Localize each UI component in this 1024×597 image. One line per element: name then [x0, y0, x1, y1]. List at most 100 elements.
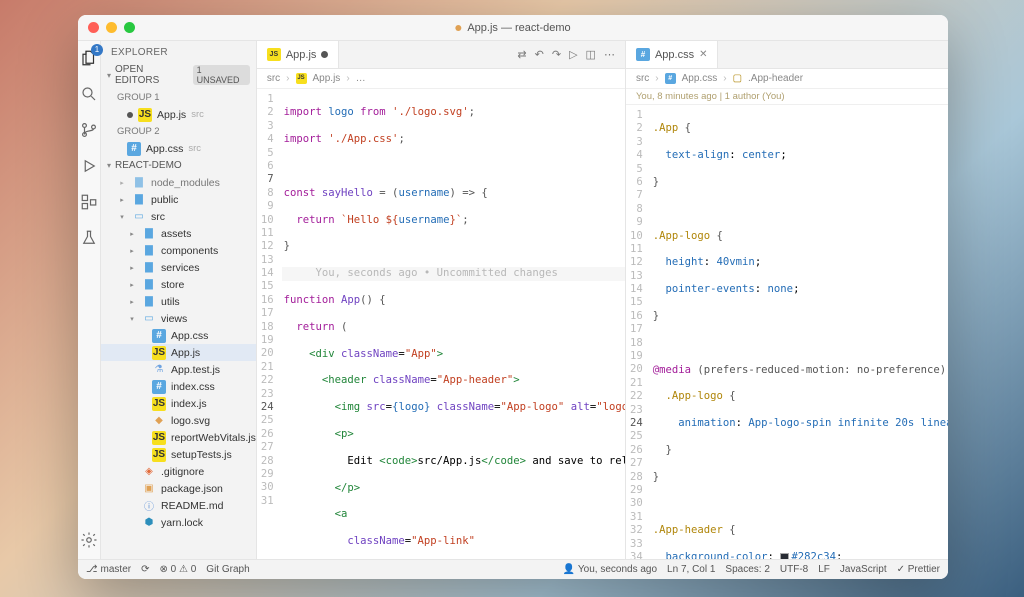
explorer-sidebar: EXPLORER ▾ OPEN EDITORS 1 UNSAVED GROUP … [101, 41, 257, 559]
window-maximize[interactable] [124, 22, 135, 33]
breadcrumb-left[interactable]: src› JS App.js› … [257, 69, 625, 89]
activity-scm[interactable] [78, 119, 100, 141]
status-problems[interactable]: ⊗ 0 ⚠ 0 [159, 564, 196, 575]
go-back-icon[interactable]: ↶ [535, 48, 544, 61]
status-blame[interactable]: 👤 You, seconds ago [562, 564, 657, 575]
file-package[interactable]: ▣package.json [101, 480, 256, 497]
status-encoding[interactable]: UTF-8 [780, 564, 808, 575]
test-icon: ⚗ [152, 363, 166, 377]
group-2-label: GROUP 2 [101, 123, 256, 140]
activity-debug[interactable] [78, 155, 100, 177]
open-editor-appcss[interactable]: #App.css src [101, 140, 256, 157]
folder-open-icon: ▭ [132, 210, 146, 224]
play-bug-icon [80, 157, 98, 175]
tab-appjs[interactable]: JS App.js [257, 41, 340, 68]
folder-assets[interactable]: ▸▇assets [101, 225, 256, 242]
folder-node-modules[interactable]: ▸▇node_modules [101, 174, 256, 191]
activity-settings[interactable] [78, 529, 100, 551]
window-close[interactable] [88, 22, 99, 33]
status-gitgraph[interactable]: Git Graph [206, 564, 249, 575]
file-readme[interactable]: ⓘREADME.md [101, 497, 256, 514]
window-title: App.js — react-demo [455, 22, 570, 34]
diff-toggle-icon[interactable]: ⇄ [517, 48, 526, 61]
go-forward-icon[interactable]: ↷ [552, 48, 561, 61]
file-indexjs[interactable]: JSindex.js [101, 395, 256, 412]
css-selector-icon: ▢ [733, 73, 742, 84]
file-apptest[interactable]: ⚗App.test.js [101, 361, 256, 378]
folder-utils[interactable]: ▸▇utils [101, 293, 256, 310]
activity-testing[interactable] [78, 227, 100, 249]
js-icon: JS [152, 448, 166, 462]
folder-components[interactable]: ▸▇components [101, 242, 256, 259]
folder-icon: ▇ [142, 278, 156, 292]
gear-icon [80, 531, 98, 549]
split-editor-icon[interactable]: ◫ [586, 48, 596, 61]
gutter-left: 1234567891011121314151617181920212223242… [257, 89, 282, 559]
titlebar: App.js — react-demo [78, 15, 948, 41]
folder-icon: ▇ [142, 244, 156, 258]
close-icon[interactable]: ✕ [699, 49, 707, 60]
dirty-dot-icon [455, 25, 461, 31]
sync-icon: ⟳ [141, 564, 149, 575]
editor-area: JS App.js ⇄ ↶ ↷ ▷ ◫ ⋯ src› JS [257, 41, 948, 559]
git-icon: ◈ [142, 465, 156, 479]
css-icon: # [127, 142, 141, 156]
status-eol[interactable]: LF [818, 564, 830, 575]
css-icon: # [636, 48, 650, 61]
activity-search[interactable] [78, 83, 100, 105]
tabbar-left: JS App.js ⇄ ↶ ↷ ▷ ◫ ⋯ [257, 41, 625, 69]
editor-pane-right: # App.css ✕ ⋯ src› # App.css› ▢ .App-hea… [626, 41, 948, 559]
breadcrumb-folder: src [267, 73, 280, 84]
code-editor-left[interactable]: 1234567891011121314151617181920212223242… [257, 89, 625, 559]
file-yarnlock[interactable]: ⬢yarn.lock [101, 514, 256, 531]
status-bar: ⎇master ⟳ ⊗ 0 ⚠ 0 Git Graph 👤 You, secon… [78, 559, 948, 579]
status-sync[interactable]: ⟳ [141, 564, 149, 575]
file-gitignore[interactable]: ◈.gitignore [101, 463, 256, 480]
sidebar-title: EXPLORER [101, 41, 256, 62]
branch-icon: ⎇ [86, 564, 98, 575]
folder-store[interactable]: ▸▇store [101, 276, 256, 293]
window-minimize[interactable] [106, 22, 117, 33]
breadcrumb-right[interactable]: src› # App.css› ▢ .App-header [626, 69, 948, 89]
open-editor-appjs[interactable]: JSApp.js src [101, 106, 256, 123]
file-logosvg[interactable]: ◆logo.svg [101, 412, 256, 429]
more-icon[interactable]: ⋯ [604, 48, 615, 61]
tab-appcss[interactable]: # App.css ✕ [626, 41, 719, 68]
folder-services[interactable]: ▸▇services [101, 259, 256, 276]
vscode-window: App.js — react-demo 1 EXPLORER ▾ OPEN ED… [78, 15, 948, 579]
folder-public[interactable]: ▸▇public [101, 191, 256, 208]
file-appcss[interactable]: #App.css [101, 327, 256, 344]
breadcrumb-file: App.js [313, 73, 341, 84]
file-setuptests[interactable]: JSsetupTests.js [101, 446, 256, 463]
breadcrumb-file: App.css [682, 73, 718, 84]
file-rwv[interactable]: JSreportWebVitals.js [101, 429, 256, 446]
file-appjs[interactable]: JSApp.js [101, 344, 256, 361]
code-lines-left: import logo from './logo.svg'; import '.… [282, 89, 625, 559]
code-editor-right[interactable]: 1234567891011121314151617181920212223242… [626, 105, 948, 559]
status-language[interactable]: JavaScript [840, 564, 887, 575]
status-spaces[interactable]: Spaces: 2 [725, 564, 769, 575]
open-editors-section[interactable]: ▾ OPEN EDITORS 1 UNSAVED [101, 62, 256, 88]
css-icon: # [665, 73, 676, 84]
activity-extensions[interactable] [78, 191, 100, 213]
folder-views[interactable]: ▾▭views [101, 310, 256, 327]
project-label: REACT-DEMO [115, 160, 182, 171]
run-icon[interactable]: ▷ [569, 48, 577, 61]
status-prettier[interactable]: ✓ Prettier [897, 564, 940, 575]
chevron-down-icon: ▾ [107, 71, 111, 80]
branch-icon [80, 121, 98, 139]
activity-explorer[interactable]: 1 [78, 47, 100, 69]
status-branch[interactable]: ⎇master [86, 564, 131, 575]
project-section[interactable]: ▾ REACT-DEMO [101, 158, 256, 173]
gutter-right: 1234567891011121314151617181920212223242… [626, 105, 651, 559]
css-icon: # [152, 329, 166, 343]
folder-src[interactable]: ▾▭src [101, 208, 256, 225]
beaker-icon [80, 229, 98, 247]
file-indexcss[interactable]: #index.css [101, 378, 256, 395]
folder-icon: ▇ [132, 176, 146, 190]
status-lncol[interactable]: Ln 7, Col 1 [667, 564, 715, 575]
chevron-down-icon: ▾ [107, 161, 111, 170]
window-title-text: App.js — react-demo [467, 22, 570, 34]
workbench: 1 EXPLORER ▾ OPEN EDITORS 1 UNSAVED GROU… [78, 41, 948, 559]
js-icon: JS [152, 431, 166, 445]
